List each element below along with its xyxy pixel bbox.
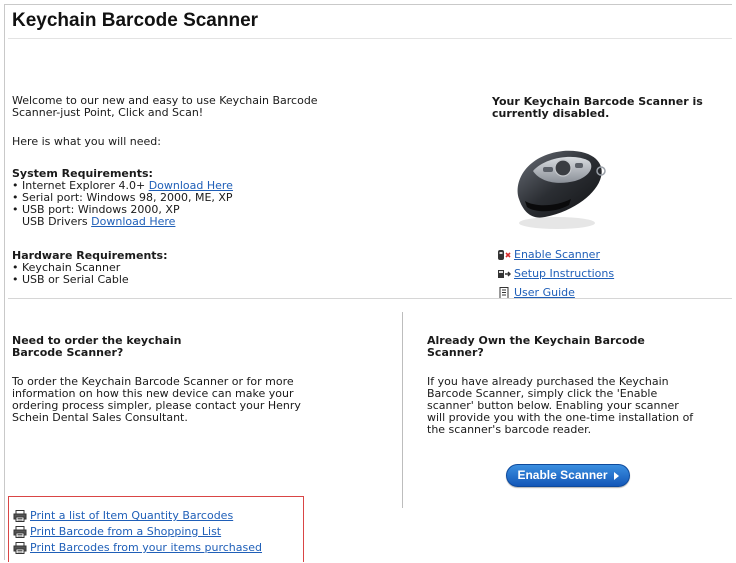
setup-instructions-icon [498,270,511,278]
column-divider [402,312,403,508]
own-body-line5: the scanner's barcode reader. [427,423,592,436]
hardware-cable: USB or Serial Cable [12,274,167,287]
own-heading-line2: Scanner? [427,346,484,359]
welcome-text-line2: Scanner-just Point, Click and Scan! [12,106,204,119]
enable-scanner-link[interactable]: Enable Scanner [514,248,600,261]
status-line2: currently disabled. [492,107,610,120]
hardware-requirements: Hardware Requirements: Keychain Scanner … [12,250,167,287]
setup-instructions-row: Setup Instructions [497,264,614,283]
intro-section: Welcome to our new and easy to use Keych… [12,95,318,148]
setup-instructions-link[interactable]: Setup Instructions [514,267,614,280]
enable-scanner-button[interactable]: Enable Scanner [506,464,630,487]
print-items-purchased-link[interactable]: Print Barcodes from your items purchased [30,541,262,554]
print-items-purchased-row: Print Barcodes from your items purchased [13,540,262,556]
print-shopping-list-row: Print Barcode from a Shopping List [13,524,262,540]
keychain-scanner-image [517,150,606,229]
user-guide-row: User Guide [497,283,614,302]
page-title: Keychain Barcode Scanner [12,10,259,31]
enable-scanner-row: Enable Scanner [497,245,614,264]
printer-icon [13,526,27,538]
need-text: Here is what you will need: [12,135,161,148]
print-shopping-list-link[interactable]: Print Barcode from a Shopping List [30,525,221,538]
scanner-disabled-icon [498,250,511,260]
own-section: Already Own the Keychain Barcode Scanner… [427,335,693,436]
order-heading-line2: Barcode Scanner? [12,346,124,359]
play-arrow-icon [613,471,619,480]
system-requirements: System Requirements: Internet Explorer 4… [12,168,233,228]
order-section: Need to order the keychain Barcode Scann… [12,335,301,424]
print-item-quantity-link[interactable]: Print a list of Item Quantity Barcodes [30,509,233,522]
scanner-status: Your Keychain Barcode Scanner is current… [492,96,703,120]
enable-scanner-button-label: Enable Scanner [517,468,608,482]
print-item-quantity-row: Print a list of Item Quantity Barcodes [13,508,262,524]
printer-icon [13,510,27,522]
requirement-usb: USB port: Windows 2000, XP [12,204,233,217]
print-links: Print a list of Item Quantity Barcodes P… [13,508,262,556]
scanner-links: Enable Scanner Setup Instructions User G… [497,245,614,302]
title-divider [8,38,732,39]
usb-drivers-download-link[interactable]: Download Here [91,215,175,228]
usb-drivers-text: USB Drivers [22,215,92,228]
usb-drivers-line: USB Drivers Download Here [12,216,233,228]
printer-icon [13,542,27,554]
section-divider [8,298,732,299]
order-body-line4: Schein Dental Sales Consultant. [12,411,188,424]
